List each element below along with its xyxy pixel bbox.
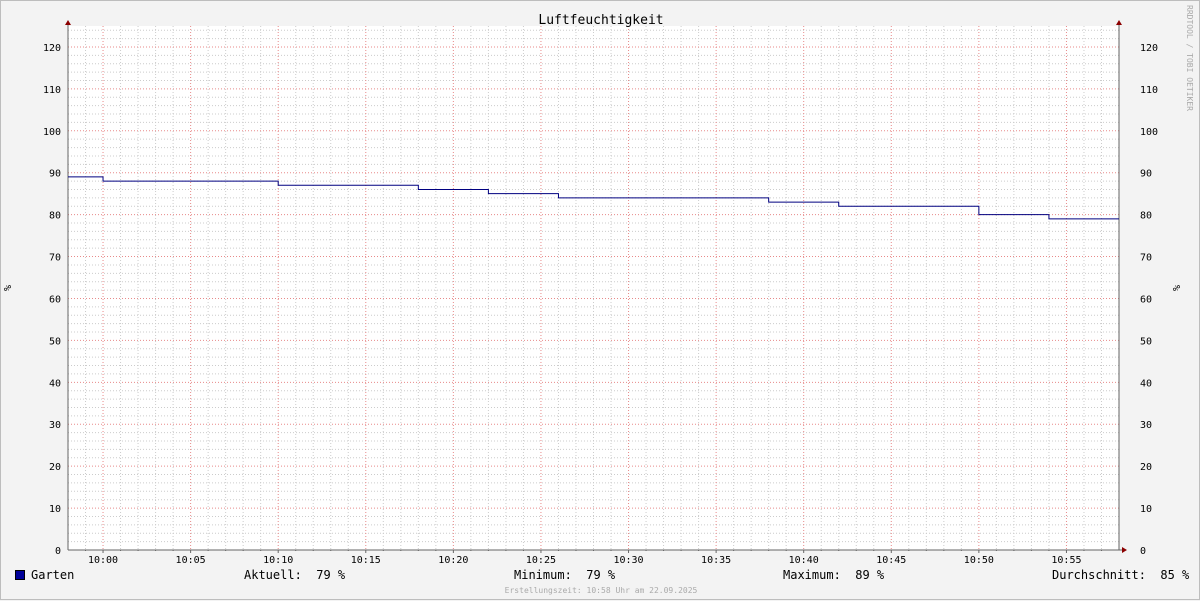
legend-durchschnitt: Durchschnitt: 85 %	[1052, 568, 1190, 582]
watermark-text: RRDTOOL / TOBI OETIKER	[1185, 5, 1194, 111]
y-tick-label-right: 40	[1140, 378, 1152, 389]
y-tick-label-right: 20	[1140, 462, 1152, 473]
y-tick-label-left: 40	[49, 378, 61, 389]
creation-time-footer: Erstellungszeit: 10:58 Uhr am 22.09.2025	[504, 586, 698, 595]
x-tick-label: 10:00	[88, 555, 118, 566]
y-tick-label-right: 50	[1140, 336, 1152, 347]
x-tick-label: 10:05	[176, 555, 206, 566]
legend-series-name: Garten	[31, 568, 75, 582]
y-axis-label-right: %	[1172, 285, 1183, 291]
y-tick-label-left: 70	[49, 253, 61, 264]
y-tick-label-right: 0	[1140, 546, 1146, 557]
y-tick-label-right: 10	[1140, 504, 1152, 515]
chart-frame: 0 10 20 30 40 50 60 70 80 90 100 110 120 0 10 20 30 40 50…	[0, 0, 1200, 600]
y-tick-label-right: 30	[1140, 420, 1152, 431]
x-tick-label: 10:15	[351, 555, 381, 566]
chart-canvas: 0 10 20 30 40 50 60 70 80 90 100 110 120 0 10 20 30 40 50…	[3, 13, 1183, 566]
y-tick-label-left: 50	[49, 336, 61, 347]
x-tick-label: 10:35	[701, 555, 731, 566]
y-tick-label-left: 90	[49, 169, 61, 180]
y-tick-label-right: 80	[1140, 211, 1152, 222]
legend-aktuell: Aktuell: 79 %	[244, 568, 346, 582]
y-tick-label-left: 80	[49, 211, 61, 222]
legend-maximum: Maximum: 89 %	[783, 568, 885, 582]
y-axis-arrow-left	[65, 20, 71, 25]
x-tick-label: 10:55	[1051, 555, 1081, 566]
y-tick-label-left: 30	[49, 420, 61, 431]
x-tick-labels: 10:00 10:05 10:10 10:15 10:20 10:25 10:30 10:35…	[88, 555, 1082, 566]
y-tick-label-left: 100	[43, 127, 61, 138]
legend-minimum: Minimum: 79 %	[514, 568, 616, 582]
y-axis-label-left: %	[3, 285, 14, 291]
x-tick-label: 10:25	[526, 555, 556, 566]
x-axis-arrow	[1122, 547, 1127, 553]
y-tick-label-left: 10	[49, 504, 61, 515]
y-tick-label-right: 60	[1140, 294, 1152, 305]
y-tick-labels-right: 0 10 20 30 40 50 60 70 80 90 100 110 120	[1140, 43, 1158, 557]
x-tick-label: 10:50	[964, 555, 994, 566]
y-tick-label-right: 110	[1140, 85, 1158, 96]
y-tick-label-left: 0	[55, 546, 61, 557]
y-axis-arrow-right	[1116, 20, 1122, 25]
x-tick-label: 10:30	[613, 555, 643, 566]
y-tick-labels-left: 0 10 20 30 40 50 60 70 80 90 100 110 120	[43, 43, 61, 557]
legend-swatch	[15, 570, 25, 580]
y-tick-label-left: 60	[49, 294, 61, 305]
x-tick-label: 10:45	[876, 555, 906, 566]
x-tick-label: 10:40	[789, 555, 819, 566]
y-tick-label-left: 20	[49, 462, 61, 473]
chart-title: Luftfeuchtigkeit	[538, 13, 663, 28]
y-tick-label-left: 120	[43, 43, 61, 54]
x-tick-label: 10:20	[438, 555, 468, 566]
y-tick-label-right: 70	[1140, 253, 1152, 264]
y-tick-label-right: 100	[1140, 127, 1158, 138]
x-tick-label: 10:10	[263, 555, 293, 566]
y-tick-label-right: 120	[1140, 43, 1158, 54]
y-tick-label-right: 90	[1140, 169, 1152, 180]
y-tick-label-left: 110	[43, 85, 61, 96]
